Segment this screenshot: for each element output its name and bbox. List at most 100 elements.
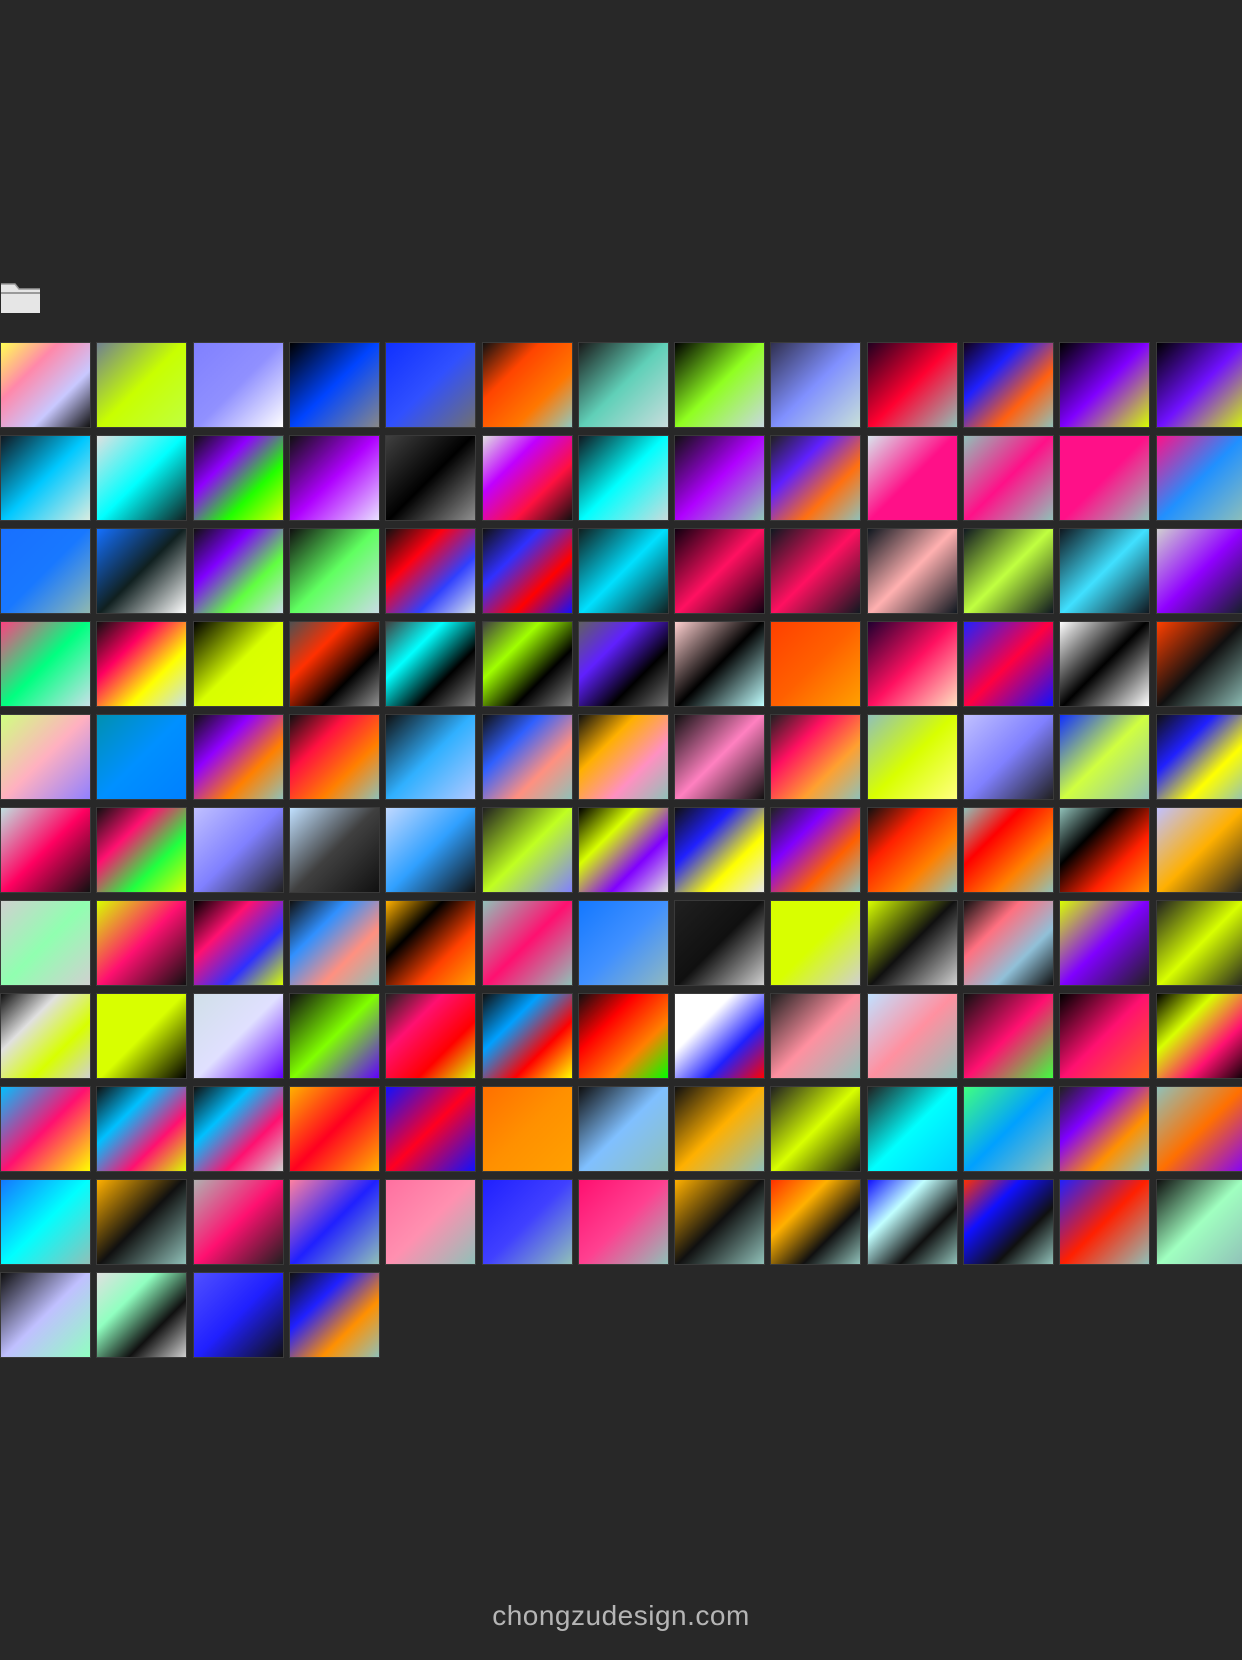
gradient-swatch[interactable] — [577, 993, 669, 1079]
gradient-swatch[interactable] — [1155, 528, 1242, 614]
gradient-swatch[interactable] — [866, 807, 958, 893]
gradient-swatch[interactable] — [963, 1086, 1054, 1172]
gradient-swatch[interactable] — [577, 1086, 669, 1172]
gradient-swatch[interactable] — [866, 714, 958, 800]
gradient-swatch[interactable] — [0, 714, 91, 800]
gradient-swatch[interactable] — [963, 435, 1054, 521]
gradient-swatch[interactable] — [577, 621, 669, 707]
gradient-swatch[interactable] — [288, 714, 380, 800]
gradient-swatch[interactable] — [288, 807, 380, 893]
gradient-swatch[interactable] — [963, 993, 1054, 1079]
gradient-swatch[interactable] — [674, 714, 766, 800]
gradient-swatch[interactable] — [674, 342, 766, 428]
gradient-swatch[interactable] — [866, 435, 958, 521]
gradient-swatch[interactable] — [192, 1179, 284, 1265]
gradient-swatch[interactable] — [963, 621, 1054, 707]
gradient-swatch[interactable] — [577, 528, 669, 614]
gradient-swatch[interactable] — [192, 714, 284, 800]
gradient-swatch[interactable] — [96, 621, 188, 707]
gradient-swatch[interactable] — [674, 900, 766, 986]
gradient-swatch[interactable] — [385, 714, 477, 800]
gradient-swatch[interactable] — [385, 900, 477, 986]
gradient-swatch[interactable] — [1155, 621, 1242, 707]
gradient-swatch[interactable] — [96, 1272, 188, 1358]
gradient-swatch[interactable] — [674, 993, 766, 1079]
gradient-swatch[interactable] — [866, 342, 958, 428]
gradient-swatch[interactable] — [674, 807, 766, 893]
gradient-swatch[interactable] — [866, 621, 958, 707]
gradient-swatch[interactable] — [577, 342, 669, 428]
gradient-swatch[interactable] — [770, 993, 862, 1079]
gradient-swatch[interactable] — [577, 435, 669, 521]
gradient-swatch[interactable] — [0, 621, 91, 707]
gradient-swatch[interactable] — [1059, 1086, 1151, 1172]
gradient-swatch[interactable] — [96, 1179, 188, 1265]
gradient-swatch[interactable] — [577, 714, 669, 800]
gradient-swatch[interactable] — [0, 1179, 91, 1265]
gradient-swatch[interactable] — [192, 1086, 284, 1172]
gradient-swatch[interactable] — [481, 900, 573, 986]
gradient-swatch[interactable] — [0, 993, 91, 1079]
gradient-swatch[interactable] — [288, 900, 380, 986]
gradient-swatch[interactable] — [674, 1086, 766, 1172]
gradient-swatch[interactable] — [1059, 900, 1151, 986]
gradient-swatch[interactable] — [866, 528, 958, 614]
gradient-swatch[interactable] — [963, 714, 1054, 800]
gradient-swatch[interactable] — [385, 1179, 477, 1265]
gradient-swatch[interactable] — [0, 1272, 91, 1358]
gradient-swatch[interactable] — [1155, 993, 1242, 1079]
gradient-swatch[interactable] — [674, 1179, 766, 1265]
gradient-swatch[interactable] — [1059, 342, 1151, 428]
gradient-swatch[interactable] — [481, 342, 573, 428]
gradient-swatch[interactable] — [288, 1179, 380, 1265]
gradient-swatch[interactable] — [192, 435, 284, 521]
gradient-swatch[interactable] — [96, 528, 188, 614]
gradient-swatch[interactable] — [0, 807, 91, 893]
gradient-swatch[interactable] — [866, 1179, 958, 1265]
gradient-swatch[interactable] — [481, 1179, 573, 1265]
gradient-swatch[interactable] — [674, 621, 766, 707]
gradient-swatch[interactable] — [770, 435, 862, 521]
gradient-swatch[interactable] — [96, 342, 188, 428]
gradient-swatch[interactable] — [1059, 621, 1151, 707]
gradient-swatch[interactable] — [577, 900, 669, 986]
gradient-swatch[interactable] — [192, 342, 284, 428]
gradient-swatch[interactable] — [481, 621, 573, 707]
gradient-swatch[interactable] — [385, 993, 477, 1079]
gradient-swatch[interactable] — [0, 528, 91, 614]
gradient-swatch[interactable] — [288, 993, 380, 1079]
gradient-swatch[interactable] — [1155, 714, 1242, 800]
gradient-swatch[interactable] — [385, 1086, 477, 1172]
gradient-swatch[interactable] — [192, 528, 284, 614]
gradient-swatch[interactable] — [96, 435, 188, 521]
gradient-swatch[interactable] — [770, 807, 862, 893]
gradient-swatch[interactable] — [866, 900, 958, 986]
gradient-swatch[interactable] — [1059, 807, 1151, 893]
gradient-swatch[interactable] — [577, 807, 669, 893]
gradient-swatch[interactable] — [385, 435, 477, 521]
gradient-swatch[interactable] — [770, 1086, 862, 1172]
gradient-swatch[interactable] — [1059, 1179, 1151, 1265]
gradient-swatch[interactable] — [1059, 714, 1151, 800]
gradient-swatch[interactable] — [1155, 435, 1242, 521]
gradient-swatch[interactable] — [481, 807, 573, 893]
gradient-swatch[interactable] — [1059, 435, 1151, 521]
gradient-swatch[interactable] — [385, 621, 477, 707]
gradient-swatch[interactable] — [288, 1086, 380, 1172]
gradient-swatch[interactable] — [192, 993, 284, 1079]
gradient-swatch[interactable] — [770, 1179, 862, 1265]
gradient-swatch[interactable] — [288, 621, 380, 707]
gradient-swatch[interactable] — [96, 900, 188, 986]
gradient-swatch[interactable] — [770, 900, 862, 986]
gradient-swatch[interactable] — [192, 621, 284, 707]
gradient-swatch[interactable] — [1155, 1179, 1242, 1265]
gradient-swatch[interactable] — [1155, 342, 1242, 428]
gradient-swatch[interactable] — [481, 993, 573, 1079]
gradient-swatch[interactable] — [674, 528, 766, 614]
gradient-swatch[interactable] — [866, 1086, 958, 1172]
gradient-swatch[interactable] — [0, 435, 91, 521]
gradient-swatch[interactable] — [385, 807, 477, 893]
gradient-swatch[interactable] — [385, 342, 477, 428]
gradient-swatch[interactable] — [96, 714, 188, 800]
gradient-swatch[interactable] — [385, 528, 477, 614]
